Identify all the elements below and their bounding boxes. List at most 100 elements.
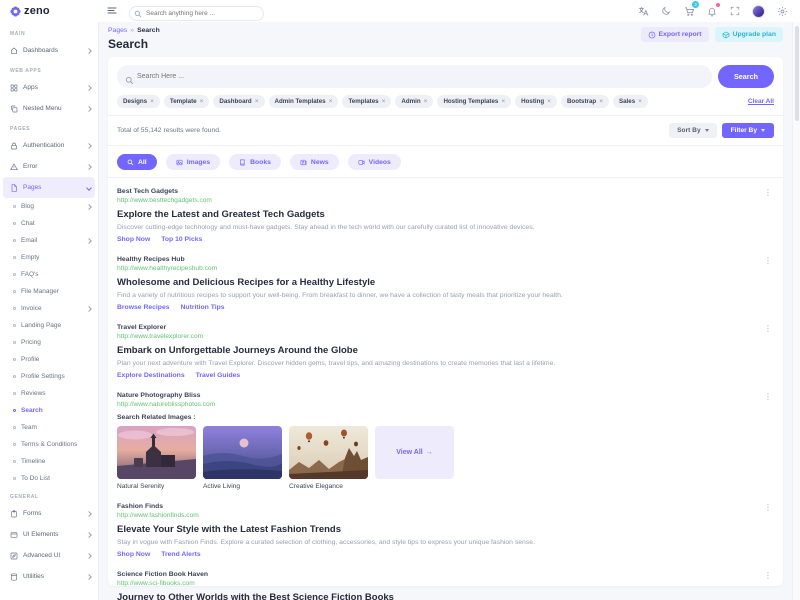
tab-all[interactable]: All bbox=[117, 154, 157, 170]
result-title[interactable]: Journey to Other Worlds with the Best Sc… bbox=[117, 592, 774, 600]
sidebar-subitem-email[interactable]: Email bbox=[0, 232, 98, 249]
gear-icon[interactable] bbox=[776, 5, 788, 17]
export-report-button[interactable]: Export report bbox=[641, 27, 709, 42]
tab-videos[interactable]: Videos bbox=[348, 154, 401, 170]
close-icon[interactable]: × bbox=[200, 98, 204, 105]
search-button[interactable]: Search bbox=[718, 65, 774, 88]
sidebar-subitem-terms[interactable]: Terms & Conditions bbox=[0, 436, 98, 453]
hamburger-icon[interactable] bbox=[107, 2, 117, 20]
sidebar-subitem-file-manager[interactable]: File Manager bbox=[0, 283, 98, 300]
sidebar-subitem-invoice[interactable]: Invoice bbox=[0, 300, 98, 317]
sidebar-item-pages[interactable]: Pages bbox=[3, 177, 95, 198]
result-url[interactable]: http://www.besttechgadgets.com bbox=[117, 197, 774, 204]
sidebar-subitem-todo-list[interactable]: To Do List bbox=[0, 470, 98, 487]
more-options-icon[interactable]: ⋮ bbox=[764, 325, 772, 333]
result-link[interactable]: Travel Guides bbox=[196, 372, 241, 379]
sidebar-item-dashboards[interactable]: Dashboards bbox=[0, 40, 98, 61]
bell-icon[interactable] bbox=[706, 5, 718, 17]
filter-tag[interactable]: Admin Templates× bbox=[269, 95, 339, 108]
search-input[interactable] bbox=[117, 65, 712, 88]
sidebar-subitem-timeline[interactable]: Timeline bbox=[0, 453, 98, 470]
sidebar-item-apps[interactable]: Apps bbox=[0, 77, 98, 98]
result-title[interactable]: Wholesome and Delicious Recipes for a He… bbox=[117, 277, 774, 288]
sidebar-item-authentication[interactable]: Authentication bbox=[0, 135, 98, 156]
cart-icon[interactable]: 3 bbox=[683, 5, 695, 17]
sidebar-subitem-search[interactable]: Search bbox=[0, 402, 98, 419]
result-url[interactable]: http://www.natureblissphotos.com bbox=[117, 401, 774, 408]
translate-icon[interactable] bbox=[637, 5, 649, 17]
filter-tag[interactable]: Dashboard× bbox=[213, 95, 264, 108]
result-url[interactable]: http://www.travelexplorer.com bbox=[117, 333, 774, 340]
sidebar-item-utilities[interactable]: Utilities bbox=[0, 566, 98, 587]
more-options-icon[interactable]: ⋮ bbox=[764, 189, 772, 197]
more-options-icon[interactable]: ⋮ bbox=[764, 572, 772, 580]
result-title[interactable]: Elevate Your Style with the Latest Fashi… bbox=[117, 524, 774, 535]
breadcrumb-pages[interactable]: Pages bbox=[108, 27, 127, 34]
tab-books[interactable]: Books bbox=[229, 154, 281, 170]
result-link[interactable]: Nutrition Tips bbox=[181, 304, 225, 311]
sidebar-subitem-profile[interactable]: Profile bbox=[0, 351, 98, 368]
result-link[interactable]: Browse Recipes bbox=[117, 304, 170, 311]
app-logo[interactable]: zeno bbox=[10, 5, 50, 17]
filter-tag[interactable]: Designs× bbox=[117, 95, 160, 108]
filter-tag[interactable]: Sales× bbox=[613, 95, 648, 108]
tab-news[interactable]: News bbox=[290, 154, 339, 170]
filter-tag[interactable]: Admin× bbox=[395, 95, 433, 108]
moon-icon[interactable] bbox=[660, 5, 672, 17]
close-icon[interactable]: × bbox=[150, 98, 154, 105]
sidebar-subitem-chat[interactable]: Chat bbox=[0, 215, 98, 232]
result-link[interactable]: Trend Alerts bbox=[161, 551, 200, 558]
more-options-icon[interactable]: ⋮ bbox=[764, 504, 772, 512]
sidebar-subitem-empty[interactable]: Empty bbox=[0, 249, 98, 266]
close-icon[interactable]: × bbox=[255, 98, 259, 105]
close-icon[interactable]: × bbox=[382, 98, 386, 105]
scrollbar-thumb[interactable] bbox=[795, 26, 799, 121]
result-link[interactable]: Shop Now bbox=[117, 236, 150, 243]
more-options-icon[interactable]: ⋮ bbox=[764, 257, 772, 265]
sidebar-item-nested-menu[interactable]: Nested Menu bbox=[0, 98, 98, 119]
result-url[interactable]: http://www.healthyrecipeshub.com bbox=[117, 265, 774, 272]
sidebar-subitem-profile-settings[interactable]: Profile Settings bbox=[0, 368, 98, 385]
filter-tag[interactable]: Bootstrap× bbox=[561, 95, 609, 108]
view-all-button[interactable]: View All → bbox=[375, 426, 454, 479]
sidebar-subitem-blog[interactable]: Blog bbox=[0, 198, 98, 215]
image-thumbnail[interactable]: Creative Elegance bbox=[289, 426, 368, 490]
navbar-search-input[interactable] bbox=[129, 6, 264, 21]
tab-images[interactable]: Images bbox=[166, 154, 220, 170]
avatar[interactable] bbox=[752, 5, 765, 18]
sidebar-subitem-faqs[interactable]: FAQ's bbox=[0, 266, 98, 283]
close-icon[interactable]: × bbox=[329, 98, 333, 105]
result-link[interactable]: Top 10 Picks bbox=[161, 236, 202, 243]
sidebar-item-error[interactable]: Error bbox=[0, 156, 98, 177]
filter-tag[interactable]: Hosting× bbox=[515, 95, 557, 108]
sidebar-subitem-team[interactable]: Team bbox=[0, 419, 98, 436]
result-link[interactable]: Shop Now bbox=[117, 551, 150, 558]
close-icon[interactable]: × bbox=[547, 98, 551, 105]
more-options-icon[interactable]: ⋮ bbox=[764, 393, 772, 401]
close-icon[interactable]: × bbox=[599, 98, 603, 105]
result-title[interactable]: Embark on Unforgettable Journeys Around … bbox=[117, 345, 774, 356]
sidebar-item-forms[interactable]: Forms bbox=[0, 503, 98, 524]
upgrade-plan-button[interactable]: Upgrade plan bbox=[715, 27, 783, 42]
result-url[interactable]: http://www.sci-fibooks.com bbox=[117, 580, 774, 587]
sort-by-button[interactable]: Sort By bbox=[669, 123, 716, 138]
filter-tag[interactable]: Hosting Templates× bbox=[437, 95, 511, 108]
close-icon[interactable]: × bbox=[424, 98, 428, 105]
sidebar-subitem-pricing[interactable]: Pricing bbox=[0, 334, 98, 351]
close-icon[interactable]: × bbox=[638, 98, 642, 105]
filter-by-button[interactable]: Filter By bbox=[722, 123, 774, 138]
sidebar-item-ui-elements[interactable]: UI Elements bbox=[0, 524, 98, 545]
sidebar-subitem-landing-page[interactable]: Landing Page bbox=[0, 317, 98, 334]
scrollbar[interactable] bbox=[792, 22, 800, 600]
close-icon[interactable]: × bbox=[501, 98, 505, 105]
filter-tag[interactable]: Templates× bbox=[342, 95, 391, 108]
maximize-icon[interactable] bbox=[729, 5, 741, 17]
image-thumbnail[interactable]: Active Living bbox=[203, 426, 282, 490]
clear-all-link[interactable]: Clear All bbox=[748, 98, 774, 105]
sidebar-subitem-reviews[interactable]: Reviews bbox=[0, 385, 98, 402]
image-thumbnail[interactable]: Natural Serenity bbox=[117, 426, 196, 490]
result-link[interactable]: Explore Destinations bbox=[117, 372, 185, 379]
result-title[interactable]: Explore the Latest and Greatest Tech Gad… bbox=[117, 209, 774, 220]
result-url[interactable]: http://www.fashionfinds.com bbox=[117, 512, 774, 519]
sidebar-item-advanced-ui[interactable]: Advanced UI bbox=[0, 545, 98, 566]
